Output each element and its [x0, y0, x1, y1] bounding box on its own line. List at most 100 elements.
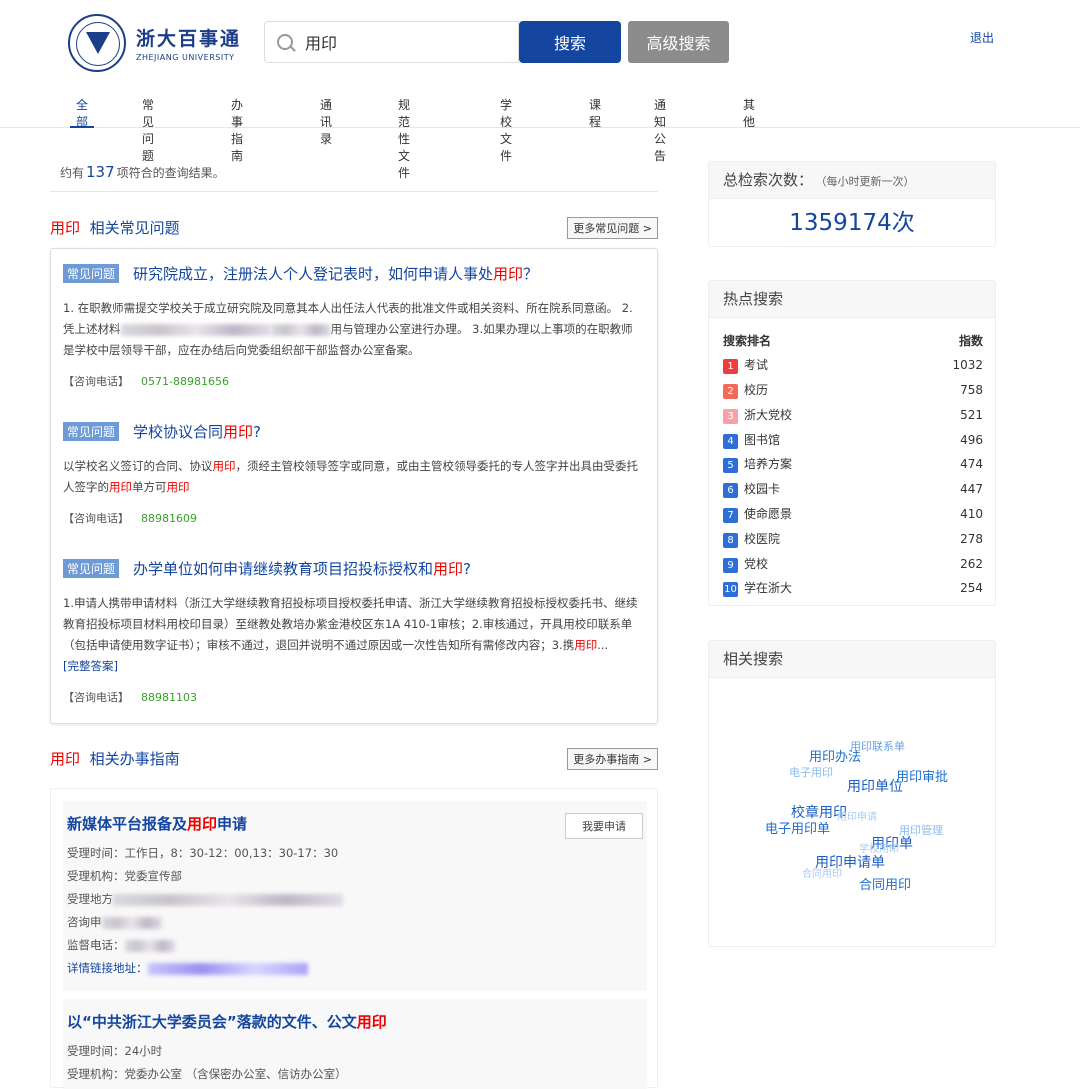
hot-term[interactable]: 培养方案	[744, 457, 792, 471]
rank-badge: 3	[723, 408, 738, 424]
related-word[interactable]: 用印办法	[809, 746, 861, 765]
related-word[interactable]: 合同用印	[859, 874, 911, 893]
guide-card: 新媒体平台报备及用印申请 我要申请 受理时间：工作日，8：30-12：00,13…	[50, 788, 658, 1089]
apply-button[interactable]: 我要申请	[565, 813, 643, 839]
rank-badge: 8	[723, 532, 738, 548]
more-faq-button[interactable]: 更多常见问题 >	[567, 217, 658, 239]
search-input[interactable]	[305, 32, 505, 52]
faq-title[interactable]: 学校协议合同用印?	[133, 423, 261, 441]
guide-supervise: 监督电话：	[67, 934, 643, 957]
search-box	[264, 21, 519, 63]
tab-school-docs[interactable]: 学校文件	[500, 96, 512, 163]
rank-badge: 1	[723, 359, 738, 375]
search-button[interactable]: 搜索	[519, 21, 621, 63]
hot-term[interactable]: 校医院	[744, 532, 780, 546]
guide-org: 受理机构：党委办公室 （含保密办公室、信访办公室）	[67, 1067, 347, 1081]
hot-index: 410	[960, 506, 983, 521]
guide-title[interactable]: 新媒体平台报备及用印申请	[67, 813, 643, 834]
rank-badge: 10	[723, 582, 738, 598]
guide-consult: 咨询申	[67, 911, 643, 934]
faq-phone: 【咨询电话】 0571-88981656	[63, 375, 229, 388]
guide-detail-link[interactable]: 详情链接地址：	[67, 957, 643, 980]
hot-title: 热点搜索	[709, 281, 995, 318]
faq-title[interactable]: 研究院成立，注册法人个人登记表时，如何申请人事处用印？	[133, 265, 538, 283]
tab-courses[interactable]: 课程	[589, 96, 601, 129]
guide-org: 受理机构：党委宣传部	[67, 869, 182, 883]
faq-item: 常见问题 办学单位如何申请继续教育项目招投标授权和用印? 1.申请人携带申请材料（…	[63, 558, 643, 705]
hot-search-row[interactable]: 9 党校 262	[723, 551, 983, 576]
hot-search-row[interactable]: 2 校历 758	[723, 378, 983, 403]
related-word[interactable]: 用印单位	[847, 776, 903, 796]
advanced-search-button[interactable]: 高级搜索	[628, 21, 729, 63]
more-guide-button[interactable]: 更多办事指南 >	[567, 748, 658, 770]
tab-notices[interactable]: 通知公告	[654, 96, 666, 163]
university-emblem-icon	[68, 14, 126, 72]
rank-badge: 2	[723, 383, 738, 399]
guide-section-title: 用印 相关办事指南	[50, 750, 180, 768]
faq-item: 常见问题 学校协议合同用印? 以学校名义签订的合同、协议用印，须经主管校领导签字或…	[63, 421, 643, 526]
hot-term[interactable]: 使命愿景	[744, 507, 792, 521]
related-word[interactable]: 电子用印单	[765, 818, 830, 837]
total-count: 1359174次	[789, 210, 915, 236]
faq-phone: 【咨询电话】 88981103	[63, 691, 197, 704]
faq-card: 常见问题 研究院成立，注册法人个人登记表时，如何申请人事处用印？ 1. 在职教师需…	[50, 248, 658, 724]
hot-search-row[interactable]: 7 使命愿景 410	[723, 502, 983, 527]
related-title: 相关搜索	[709, 641, 995, 678]
hot-search-row[interactable]: 1 考试 1032	[723, 353, 983, 378]
hot-search-row[interactable]: 3 浙大党校 521	[723, 402, 983, 427]
rank-badge: 5	[723, 458, 738, 474]
hot-term[interactable]: 党校	[744, 557, 768, 571]
hot-index: 262	[960, 556, 983, 571]
word-cloud: 用印联系单 用印办法 电子用印 用印审批 用印单位 校章用印 用印申请 电子用印…	[709, 678, 995, 948]
hot-search-row[interactable]: 6 校园卡 447	[723, 477, 983, 502]
logo[interactable]: 浙大百事通 ZHEJIANG UNIVERSITY	[68, 14, 241, 72]
search-icon	[277, 34, 293, 50]
faq-title[interactable]: 办学单位如何申请继续教育项目招投标授权和用印?	[133, 560, 471, 578]
related-word[interactable]: 合同用印	[802, 865, 842, 880]
rank-badge: 4	[723, 433, 738, 449]
hot-search-panel: 热点搜索 搜索排名 指数 1 考试 1032 2 校历 758 3 浙大党校 521 4 图书馆 496…	[708, 280, 996, 606]
faq-tag: 常见问题	[63, 422, 120, 441]
hot-index: 496	[960, 432, 983, 447]
faq-body: 1.申请人携带申请材料（浙江大学继续教育招投标项目授权委托申请、浙江大学继续教育…	[63, 596, 638, 673]
tab-guide[interactable]: 办事指南	[231, 96, 243, 163]
hot-search-row[interactable]: 5 培养方案 474	[723, 452, 983, 477]
header: 浙大百事通 ZHEJIANG UNIVERSITY 搜索 高级搜索 退出 全部 …	[0, 0, 1080, 180]
result-count: 约有 137 项符合的查询结果。	[60, 163, 225, 181]
guide-place: 受理地方	[67, 888, 643, 911]
tab-faq[interactable]: 常见问题	[142, 96, 154, 163]
hot-term[interactable]: 校园卡	[744, 482, 780, 496]
logo-subtitle: ZHEJIANG UNIVERSITY	[136, 53, 235, 62]
tab-directory[interactable]: 通讯录	[320, 96, 332, 146]
hot-index: 278	[960, 531, 983, 546]
logo-title: 浙大百事通	[136, 28, 242, 50]
tab-regulations[interactable]: 规范性文件	[398, 96, 410, 180]
related-word[interactable]: 电子用印	[789, 764, 833, 780]
full-answer-link[interactable]: [完整答案]	[63, 659, 118, 673]
faq-body: 以学校名义签订的合同、协议用印，须经主管校领导签字或同意，或由主管校领导委托的专…	[63, 459, 638, 494]
hot-term[interactable]: 学在浙大	[744, 581, 792, 595]
hot-index: 758	[960, 382, 983, 397]
hot-term[interactable]: 校历	[744, 383, 768, 397]
guide-item: 新媒体平台报备及用印申请 我要申请 受理时间：工作日，8：30-12：00,13…	[63, 801, 647, 991]
tab-all[interactable]: 全部	[69, 96, 95, 129]
faq-item: 常见问题 研究院成立，注册法人个人登记表时，如何申请人事处用印？ 1. 在职教师需…	[63, 263, 643, 389]
hot-index: 474	[960, 457, 983, 472]
faq-tag: 常见问题	[63, 559, 120, 578]
hot-search-row[interactable]: 10 学在浙大 254	[723, 576, 983, 601]
hot-term[interactable]: 考试	[744, 358, 768, 372]
hot-search-row[interactable]: 8 校医院 278	[723, 526, 983, 551]
hot-term[interactable]: 浙大党校	[744, 408, 792, 422]
hot-table-header: 搜索排名 指数	[723, 333, 983, 348]
guide-title[interactable]: 以“中共浙江大学委员会”落款的文件、公文用印	[67, 1011, 643, 1032]
total-title: 总检索次数： （每小时更新一次）	[709, 162, 995, 199]
related-word[interactable]: 用印审批	[896, 766, 948, 785]
rank-badge: 9	[723, 557, 738, 573]
hot-search-row[interactable]: 4 图书馆 496	[723, 427, 983, 452]
hot-term[interactable]: 图书馆	[744, 433, 780, 447]
tab-other[interactable]: 其他	[743, 96, 755, 129]
related-word[interactable]: 用印申请	[837, 808, 877, 823]
logout-link[interactable]: 退出	[970, 29, 994, 46]
faq-phone: 【咨询电话】 88981609	[63, 512, 197, 525]
related-search-panel: 相关搜索 用印联系单 用印办法 电子用印 用印审批 用印单位 校章用印 用印申请…	[708, 640, 996, 947]
